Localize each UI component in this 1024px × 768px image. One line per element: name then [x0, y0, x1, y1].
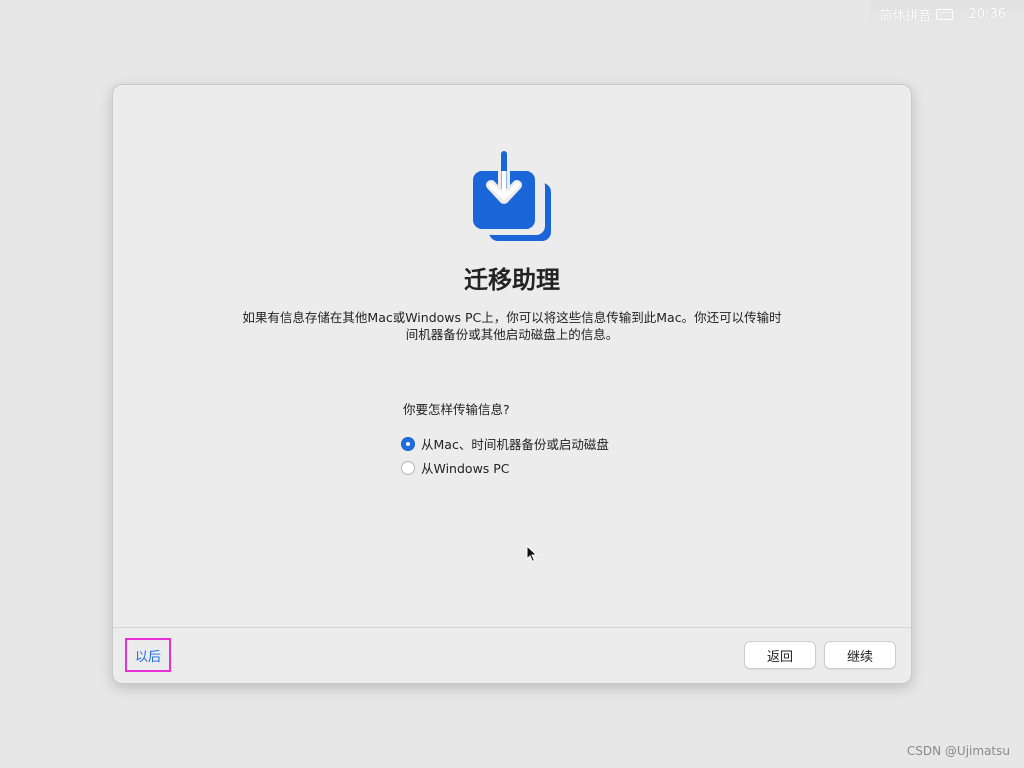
- continue-button[interactable]: 继续: [824, 641, 896, 669]
- page-title: 迁移助理: [464, 266, 560, 294]
- watermark: CSDN @Ujimatsu: [906, 744, 1010, 758]
- footer-divider: [113, 627, 911, 628]
- migration-download-icon: [473, 151, 551, 241]
- clock[interactable]: 20:36: [969, 7, 1006, 22]
- keyboard-icon: [935, 8, 953, 20]
- input-method-label: 简体拼音: [879, 8, 932, 24]
- radio-from-windows-pc[interactable]: [401, 460, 415, 475]
- later-button[interactable]: 以后: [125, 638, 171, 672]
- migration-assistant-window: 迁移助理 如果有信息存储在其他Mac或Windows PC上，你可以将这些信息传…: [112, 84, 912, 684]
- menubar-status: 简体拼音 20:36: [869, 0, 1024, 28]
- input-method-menu[interactable]: 简体拼音: [880, 5, 953, 24]
- option-from-windows-pc[interactable]: 从Windows PC: [401, 458, 510, 477]
- description-line-1: 如果有信息存储在其他Mac或Windows PC上，你可以将这些信息传输到此Ma…: [242, 310, 782, 325]
- option-from-windows-pc-label: 从Windows PC: [421, 461, 510, 476]
- desktop: 简体拼音 20:36 迁移助理 如果有信息存储在其他Mac或Windows PC…: [0, 0, 1024, 768]
- option-from-mac[interactable]: 从Mac、时间机器备份或启动磁盘: [401, 434, 609, 453]
- transfer-question: 你要怎样传输信息?: [403, 402, 510, 417]
- description-line-2: 间机器备份或其他启动磁盘上的信息。: [405, 327, 619, 342]
- back-button[interactable]: 返回: [744, 641, 816, 669]
- radio-from-mac[interactable]: [401, 436, 415, 451]
- description-text: 如果有信息存储在其他Mac或Windows PC上，你可以将这些信息传输到此Ma…: [213, 309, 811, 343]
- option-from-mac-label: 从Mac、时间机器备份或启动磁盘: [421, 437, 609, 452]
- mouse-cursor-icon: [526, 545, 538, 563]
